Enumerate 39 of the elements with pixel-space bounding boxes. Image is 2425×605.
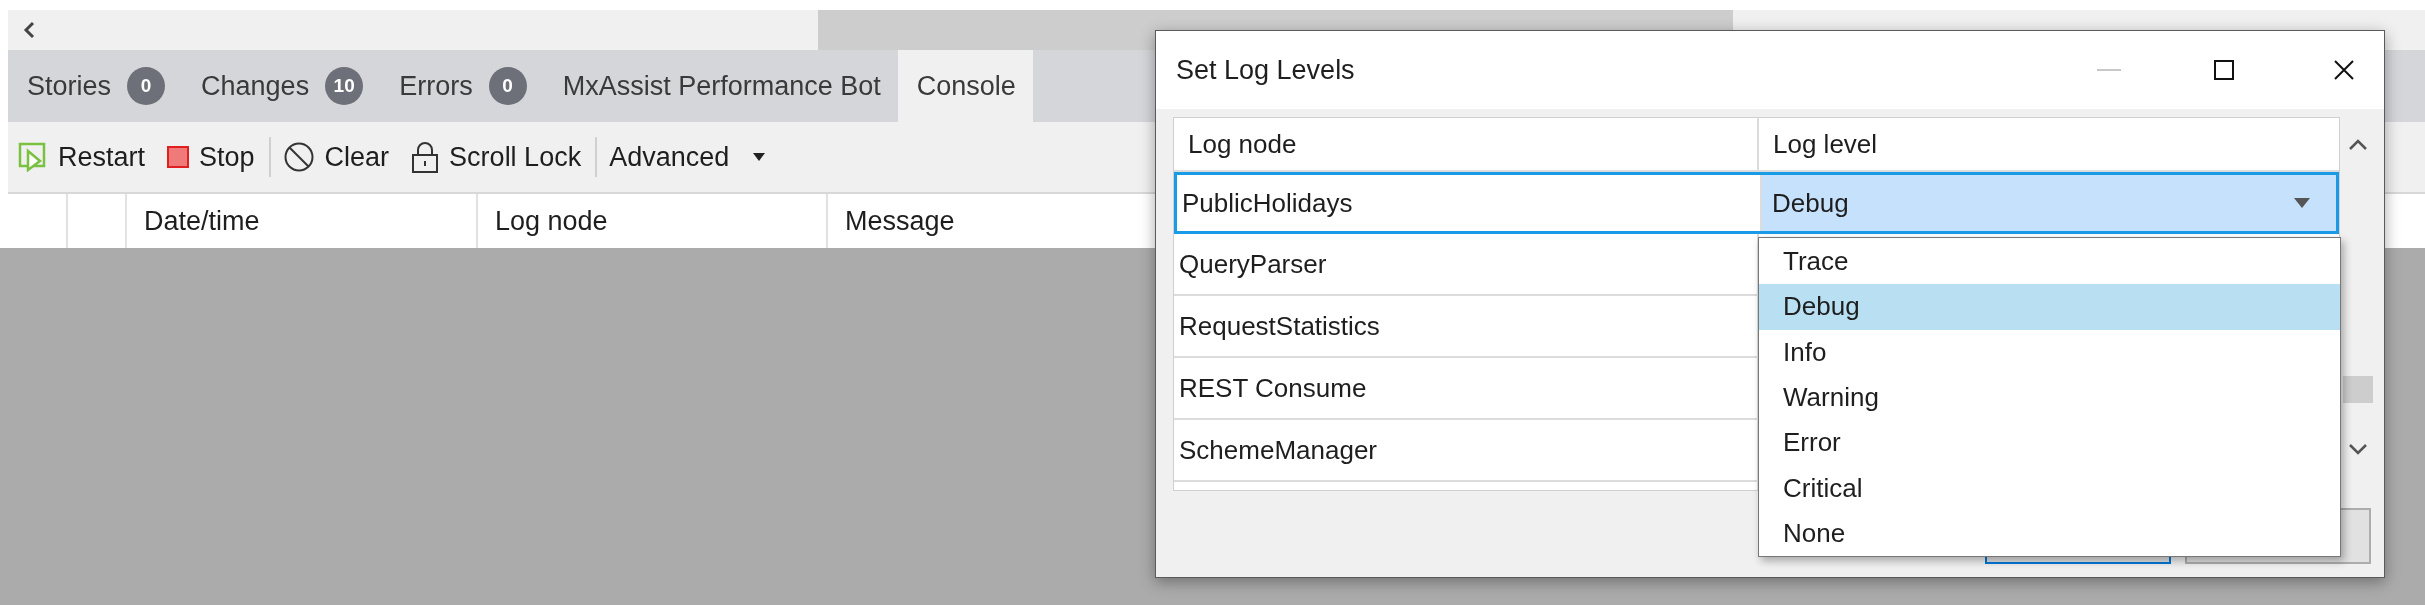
column-header[interactable]: Log node xyxy=(1174,118,1759,170)
dropdown-option[interactable]: Error xyxy=(1759,420,2340,466)
tab[interactable]: Stories 0 xyxy=(8,50,183,122)
dropdown-option[interactable]: Trace xyxy=(1759,239,2340,285)
tab[interactable]: Changes 10 xyxy=(182,50,381,122)
stop-icon xyxy=(167,146,190,168)
count-badge: 0 xyxy=(488,67,527,105)
prohibited-icon xyxy=(282,141,315,173)
scroll-down-icon[interactable] xyxy=(2347,443,2368,455)
count-badge: 10 xyxy=(325,67,364,105)
advanced-menu-button[interactable]: Advanced xyxy=(599,129,778,185)
level-dropdown[interactable]: Debug xyxy=(1762,175,2337,231)
toolbar-button[interactable]: Scroll Lock xyxy=(401,129,594,185)
toolbar-button[interactable]: Stop xyxy=(157,129,267,185)
dropdown-option[interactable]: Debug xyxy=(1759,284,2340,330)
count-badge: 0 xyxy=(127,67,166,105)
toolbar-button[interactable]: Clear xyxy=(272,129,402,185)
tab[interactable]: Errors 0 xyxy=(380,50,544,122)
lock-icon xyxy=(411,140,440,174)
dropdown-option[interactable]: None xyxy=(1759,510,2340,556)
caret-icon xyxy=(753,153,766,161)
dropdown-option[interactable]: Warning xyxy=(1759,374,2340,421)
caret-icon xyxy=(2294,198,2311,208)
scrollbar-thumb[interactable] xyxy=(2342,376,2373,403)
tab-label: MxAssist Performance Bot xyxy=(562,70,881,102)
tab-label: Changes xyxy=(201,70,310,102)
tab-label: Console xyxy=(916,70,1016,102)
tab-label: Errors xyxy=(399,70,473,102)
tab-label: Stories xyxy=(27,70,112,102)
tab[interactable]: Console xyxy=(897,50,1033,122)
tab[interactable]: MxAssist Performance Bot xyxy=(543,50,898,122)
close-icon[interactable] xyxy=(2334,60,2354,80)
window-title: Set Log Levels xyxy=(1176,54,1356,86)
maximize-icon[interactable] xyxy=(2214,60,2234,80)
table-row[interactable]: PublicHolidays Debug xyxy=(1174,172,2340,234)
column-header[interactable]: Log level xyxy=(1759,118,2340,170)
toolbar-button[interactable]: Restart xyxy=(8,129,158,185)
play-icon xyxy=(18,142,48,172)
scroll-up-icon[interactable] xyxy=(2347,139,2368,151)
